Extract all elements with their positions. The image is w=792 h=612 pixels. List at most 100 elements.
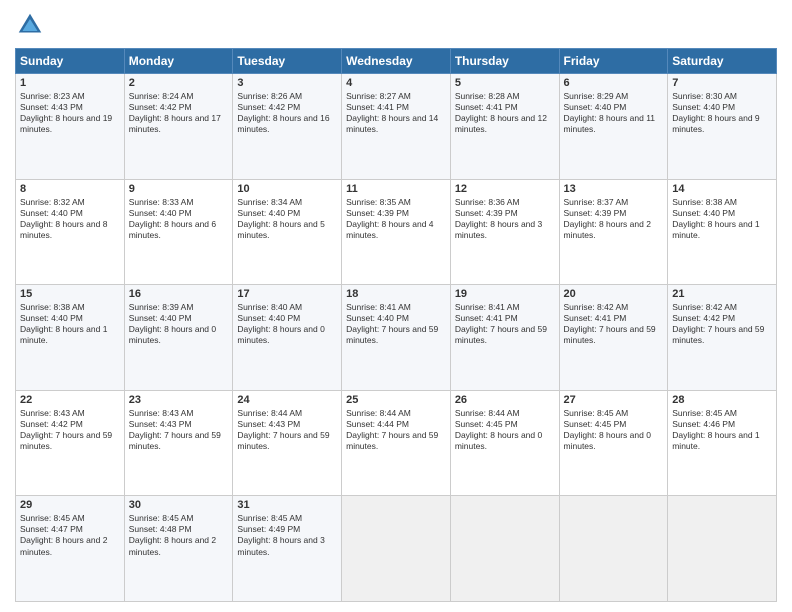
cell-details: Sunrise: 8:44 AMSunset: 4:45 PMDaylight:… xyxy=(455,408,542,451)
day-number: 19 xyxy=(455,288,555,300)
cell-details: Sunrise: 8:40 AMSunset: 4:40 PMDaylight:… xyxy=(237,302,324,345)
calendar-cell: 3 Sunrise: 8:26 AMSunset: 4:42 PMDaylight… xyxy=(233,74,342,180)
day-header-wednesday: Wednesday xyxy=(342,49,451,74)
day-number: 29 xyxy=(20,499,120,511)
cell-details: Sunrise: 8:45 AMSunset: 4:48 PMDaylight:… xyxy=(129,513,216,556)
day-number: 5 xyxy=(455,77,555,89)
day-number: 31 xyxy=(237,499,337,511)
day-number: 16 xyxy=(129,288,229,300)
calendar-cell: 4 Sunrise: 8:27 AMSunset: 4:41 PMDaylight… xyxy=(342,74,451,180)
cell-details: Sunrise: 8:43 AMSunset: 4:42 PMDaylight:… xyxy=(20,408,112,451)
calendar-week-1: 1 Sunrise: 8:23 AMSunset: 4:43 PMDaylight… xyxy=(16,74,777,180)
calendar-cell: 11 Sunrise: 8:35 AMSunset: 4:39 PMDayligh… xyxy=(342,179,451,285)
calendar-cell xyxy=(668,496,777,602)
calendar-cell: 16 Sunrise: 8:39 AMSunset: 4:40 PMDayligh… xyxy=(124,285,233,391)
calendar-cell: 17Sunrise: 8:40 AMSunset: 4:40 PMDayligh… xyxy=(233,285,342,391)
day-number: 3 xyxy=(237,77,337,89)
day-number: 23 xyxy=(129,394,229,406)
cell-details: Sunrise: 8:45 AMSunset: 4:45 PMDaylight:… xyxy=(564,408,651,451)
day-number: 28 xyxy=(672,394,772,406)
calendar-cell: 22Sunrise: 8:43 AMSunset: 4:42 PMDayligh… xyxy=(16,390,125,496)
day-number: 13 xyxy=(564,183,664,195)
cell-details: Sunrise: 8:45 AMSunset: 4:46 PMDaylight:… xyxy=(672,408,759,451)
cell-details: Sunrise: 8:38 AMSunset: 4:40 PMDaylight:… xyxy=(20,302,107,345)
cell-details: Sunrise: 8:42 AMSunset: 4:41 PMDaylight:… xyxy=(564,302,656,345)
day-number: 21 xyxy=(672,288,772,300)
calendar-table: SundayMondayTuesdayWednesdayThursdayFrid… xyxy=(15,48,777,602)
calendar-cell: 5 Sunrise: 8:28 AMSunset: 4:41 PMDaylight… xyxy=(450,74,559,180)
calendar-week-4: 22Sunrise: 8:43 AMSunset: 4:42 PMDayligh… xyxy=(16,390,777,496)
day-header-monday: Monday xyxy=(124,49,233,74)
calendar-cell: 6Sunrise: 8:29 AMSunset: 4:40 PMDaylight… xyxy=(559,74,668,180)
calendar-cell: 10Sunrise: 8:34 AMSunset: 4:40 PMDayligh… xyxy=(233,179,342,285)
calendar-cell: 21 Sunrise: 8:42 AMSunset: 4:42 PMDayligh… xyxy=(668,285,777,391)
calendar-cell: 25Sunrise: 8:44 AMSunset: 4:44 PMDayligh… xyxy=(342,390,451,496)
cell-details: Sunrise: 8:44 AMSunset: 4:43 PMDaylight:… xyxy=(237,408,329,451)
logo xyxy=(15,10,49,40)
logo-icon xyxy=(15,10,45,40)
cell-details: Sunrise: 8:26 AMSunset: 4:42 PMDaylight:… xyxy=(237,91,329,134)
cell-details: Sunrise: 8:33 AMSunset: 4:40 PMDaylight:… xyxy=(129,197,216,240)
cell-details: Sunrise: 8:42 AMSunset: 4:42 PMDaylight:… xyxy=(672,302,764,345)
calendar-header-row: SundayMondayTuesdayWednesdayThursdayFrid… xyxy=(16,49,777,74)
cell-details: Sunrise: 8:23 AMSunset: 4:43 PMDaylight:… xyxy=(20,91,112,134)
day-number: 4 xyxy=(346,77,446,89)
day-number: 7 xyxy=(672,77,772,89)
cell-details: Sunrise: 8:30 AMSunset: 4:40 PMDaylight:… xyxy=(672,91,759,134)
cell-details: Sunrise: 8:45 AMSunset: 4:47 PMDaylight:… xyxy=(20,513,107,556)
calendar-cell: 31 Sunrise: 8:45 AMSunset: 4:49 PMDayligh… xyxy=(233,496,342,602)
cell-details: Sunrise: 8:35 AMSunset: 4:39 PMDaylight:… xyxy=(346,197,433,240)
day-number: 18 xyxy=(346,288,446,300)
day-number: 2 xyxy=(129,77,229,89)
day-number: 26 xyxy=(455,394,555,406)
day-number: 27 xyxy=(564,394,664,406)
cell-details: Sunrise: 8:29 AMSunset: 4:40 PMDaylight:… xyxy=(564,91,656,134)
cell-details: Sunrise: 8:43 AMSunset: 4:43 PMDaylight:… xyxy=(129,408,221,451)
calendar-cell: 28 Sunrise: 8:45 AMSunset: 4:46 PMDayligh… xyxy=(668,390,777,496)
calendar-cell: 13 Sunrise: 8:37 AMSunset: 4:39 PMDayligh… xyxy=(559,179,668,285)
day-number: 8 xyxy=(20,183,120,195)
cell-details: Sunrise: 8:39 AMSunset: 4:40 PMDaylight:… xyxy=(129,302,216,345)
cell-details: Sunrise: 8:45 AMSunset: 4:49 PMDaylight:… xyxy=(237,513,324,556)
cell-details: Sunrise: 8:27 AMSunset: 4:41 PMDaylight:… xyxy=(346,91,438,134)
calendar-cell: 7 Sunrise: 8:30 AMSunset: 4:40 PMDaylight… xyxy=(668,74,777,180)
calendar-cell xyxy=(342,496,451,602)
day-header-friday: Friday xyxy=(559,49,668,74)
calendar-cell: 2 Sunrise: 8:24 AMSunset: 4:42 PMDaylight… xyxy=(124,74,233,180)
calendar-cell: 29 Sunrise: 8:45 AMSunset: 4:47 PMDayligh… xyxy=(16,496,125,602)
day-number: 30 xyxy=(129,499,229,511)
calendar-cell: 27 Sunrise: 8:45 AMSunset: 4:45 PMDayligh… xyxy=(559,390,668,496)
calendar-cell: 23 Sunrise: 8:43 AMSunset: 4:43 PMDayligh… xyxy=(124,390,233,496)
calendar-cell: 18Sunrise: 8:41 AMSunset: 4:40 PMDayligh… xyxy=(342,285,451,391)
calendar-cell: 24 Sunrise: 8:44 AMSunset: 4:43 PMDayligh… xyxy=(233,390,342,496)
day-number: 15 xyxy=(20,288,120,300)
day-number: 20 xyxy=(564,288,664,300)
calendar-cell: 26 Sunrise: 8:44 AMSunset: 4:45 PMDayligh… xyxy=(450,390,559,496)
calendar-cell: 20 Sunrise: 8:42 AMSunset: 4:41 PMDayligh… xyxy=(559,285,668,391)
cell-details: Sunrise: 8:38 AMSunset: 4:40 PMDaylight:… xyxy=(672,197,759,240)
cell-details: Sunrise: 8:37 AMSunset: 4:39 PMDaylight:… xyxy=(564,197,651,240)
calendar-cell: 8 Sunrise: 8:32 AMSunset: 4:40 PMDaylight… xyxy=(16,179,125,285)
calendar-cell: 1 Sunrise: 8:23 AMSunset: 4:43 PMDaylight… xyxy=(16,74,125,180)
header xyxy=(15,10,777,40)
calendar-cell: 12Sunrise: 8:36 AMSunset: 4:39 PMDayligh… xyxy=(450,179,559,285)
day-number: 24 xyxy=(237,394,337,406)
day-number: 14 xyxy=(672,183,772,195)
calendar-cell: 9 Sunrise: 8:33 AMSunset: 4:40 PMDaylight… xyxy=(124,179,233,285)
day-number: 11 xyxy=(346,183,446,195)
calendar-cell xyxy=(450,496,559,602)
cell-details: Sunrise: 8:24 AMSunset: 4:42 PMDaylight:… xyxy=(129,91,221,134)
calendar-cell: 15 Sunrise: 8:38 AMSunset: 4:40 PMDayligh… xyxy=(16,285,125,391)
calendar-cell: 14 Sunrise: 8:38 AMSunset: 4:40 PMDayligh… xyxy=(668,179,777,285)
day-number: 10 xyxy=(237,183,337,195)
day-number: 12 xyxy=(455,183,555,195)
day-number: 1 xyxy=(20,77,120,89)
day-header-thursday: Thursday xyxy=(450,49,559,74)
calendar-cell xyxy=(559,496,668,602)
cell-details: Sunrise: 8:44 AMSunset: 4:44 PMDaylight:… xyxy=(346,408,438,451)
cell-details: Sunrise: 8:28 AMSunset: 4:41 PMDaylight:… xyxy=(455,91,547,134)
cell-details: Sunrise: 8:32 AMSunset: 4:40 PMDaylight:… xyxy=(20,197,107,240)
day-number: 9 xyxy=(129,183,229,195)
calendar-cell: 19Sunrise: 8:41 AMSunset: 4:41 PMDayligh… xyxy=(450,285,559,391)
calendar-cell: 30 Sunrise: 8:45 AMSunset: 4:48 PMDayligh… xyxy=(124,496,233,602)
